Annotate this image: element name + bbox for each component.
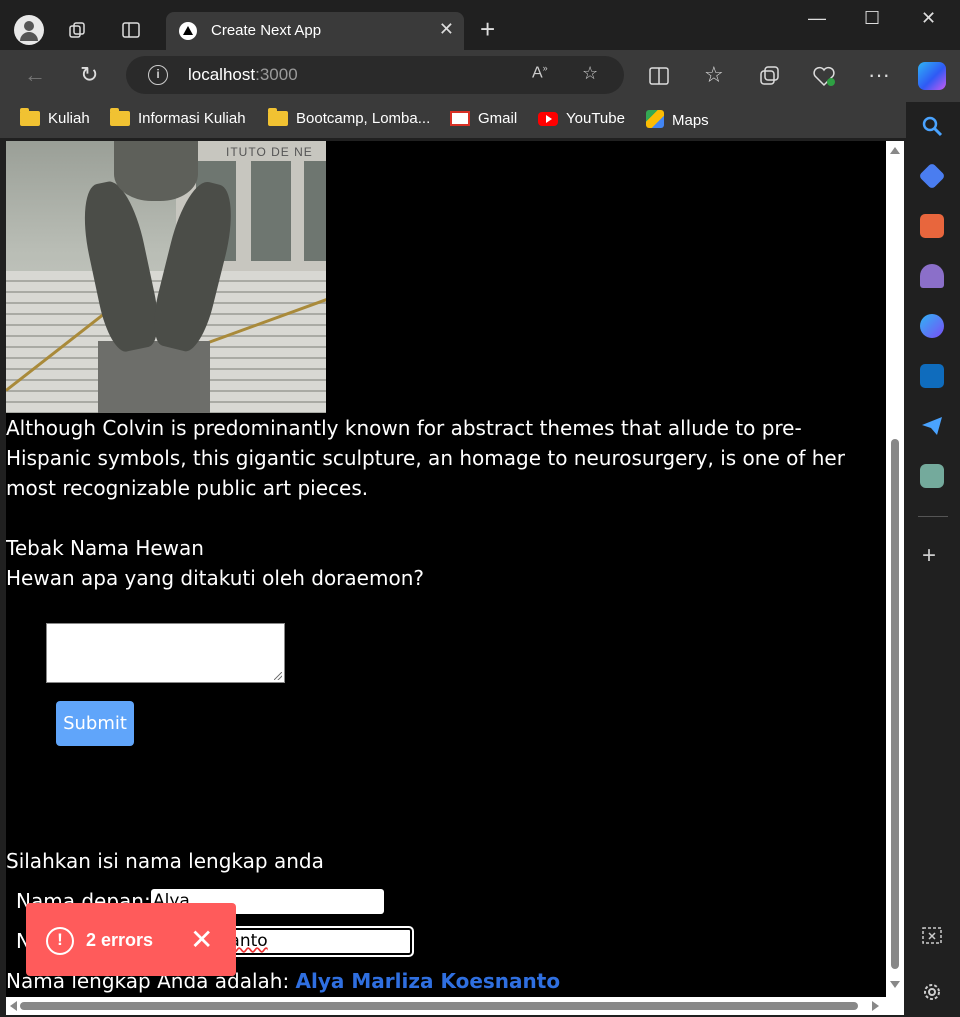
favorites-icon[interactable]: ☆ [704,62,724,88]
folder-icon [268,108,288,126]
maximize-button[interactable]: ☐ [864,8,880,29]
folder-icon [20,108,40,126]
bookmark-informasi-kuliah[interactable]: Informasi Kuliah [110,108,246,127]
bookmark-kuliah[interactable]: Kuliah [20,108,90,127]
read-aloud-icon[interactable]: A» [532,63,548,82]
title-bar: Create Next App ✕ + — ☐ ✕ [0,0,960,50]
bookmark-bootcamp[interactable]: Bootcamp, Lomba... [268,108,430,127]
sculpture-image: ITUTO DE NE [6,141,326,413]
edge-sidebar: + [906,102,960,1017]
split-screen-icon[interactable] [648,66,670,86]
copilot-icon[interactable] [918,62,946,90]
gmail-icon [450,111,470,126]
search-icon[interactable] [920,114,944,138]
tab-close-icon[interactable]: ✕ [439,19,454,40]
answer-textarea[interactable] [46,623,285,683]
chatgpt-icon[interactable] [920,464,944,488]
tab-title: Create Next App [211,22,322,39]
horizontal-scrollbar[interactable] [6,997,904,1015]
full-name-value: Alya Marliza Koesnanto [295,969,561,993]
screenshot-icon[interactable] [920,924,944,948]
microsoft-365-icon[interactable] [920,314,944,338]
bookmark-gmail[interactable]: Gmail [450,110,517,127]
scroll-down-arrow-icon[interactable] [890,981,900,988]
quiz-question: Hewan apa yang ditakuti oleh doraemon? [6,566,424,590]
image-caption: Although Colvin is predominantly known f… [6,416,845,500]
nextjs-logo-icon [179,22,197,40]
settings-gear-icon[interactable] [920,980,944,1004]
tools-briefcase-icon[interactable] [920,214,944,238]
vertical-scroll-thumb[interactable] [891,439,899,969]
refresh-icon[interactable]: ↻ [80,62,98,88]
favorite-star-icon[interactable]: ☆ [582,63,598,84]
scroll-left-arrow-icon[interactable] [10,1001,17,1011]
minimize-button[interactable]: — [808,8,826,29]
vertical-scrollbar[interactable] [886,141,904,997]
navigation-toolbar: ← ↻ i localhost:3000 A» ☆ ☆ ··· [0,50,960,102]
collections-icon[interactable] [758,65,780,87]
page-viewport: ITUTO DE NE Although Colvin is predomina… [6,141,886,997]
bookmark-maps[interactable]: Maps [646,110,709,129]
close-toast-icon[interactable]: ✕ [190,923,213,956]
sidebar-divider [918,516,948,517]
youtube-icon [538,112,558,126]
folder-icon [110,108,130,126]
workspaces-icon[interactable] [68,20,88,40]
errors-count-label: 2 errors [86,930,154,950]
bookmarks-bar: Kuliah Informasi Kuliah Bootcamp, Lomba.… [0,102,960,138]
nextjs-errors-toast[interactable]: ! 2 errors ✕ [26,903,236,976]
error-alert-icon: ! [46,927,74,955]
profile-avatar-icon[interactable] [14,15,44,45]
shopping-tag-icon[interactable] [918,162,946,190]
browser-essentials-icon[interactable] [812,65,836,87]
url-text[interactable]: localhost:3000 [188,65,298,85]
submit-button[interactable]: Submit [56,701,134,746]
new-tab-button[interactable]: + [480,14,495,45]
more-options-icon[interactable]: ··· [868,62,890,88]
telegram-icon[interactable] [920,414,944,438]
games-icon[interactable] [920,264,944,288]
address-bar[interactable]: i localhost:3000 A» ☆ [126,56,624,94]
scroll-up-arrow-icon[interactable] [890,147,900,154]
horizontal-scroll-thumb[interactable] [20,1002,858,1010]
name-prompt: Silahkan isi nama lengkap anda [6,849,324,873]
quiz-heading: Tebak Nama Hewan [6,536,204,560]
scroll-right-arrow-icon[interactable] [872,1001,879,1011]
tab-create-next-app[interactable]: Create Next App ✕ [166,12,464,50]
maps-icon [646,110,664,128]
back-arrow-icon[interactable]: ← [24,62,46,88]
close-window-button[interactable]: ✕ [921,8,936,29]
site-info-icon[interactable]: i [148,65,168,85]
outlook-icon[interactable] [920,364,944,388]
bookmark-youtube[interactable]: YouTube [538,110,625,127]
vertical-tabs-icon[interactable] [121,20,141,40]
add-sidebar-app-icon[interactable]: + [922,542,936,570]
